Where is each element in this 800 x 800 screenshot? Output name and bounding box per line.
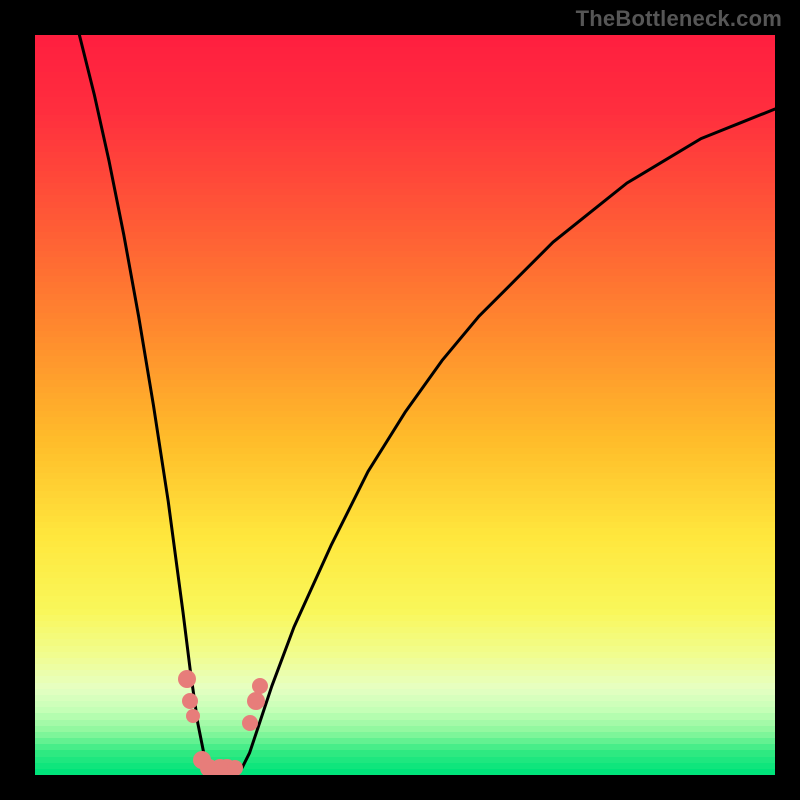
curve-marker xyxy=(252,678,268,694)
watermark-text: TheBottleneck.com xyxy=(576,6,782,32)
curve-markers xyxy=(35,35,775,775)
curve-marker xyxy=(182,693,198,709)
curve-marker xyxy=(242,715,258,731)
plot-area xyxy=(35,35,775,775)
curve-marker xyxy=(247,692,265,710)
curve-marker xyxy=(178,670,196,688)
curve-marker xyxy=(186,709,200,723)
curve-marker xyxy=(227,760,243,775)
chart-frame: TheBottleneck.com xyxy=(0,0,800,800)
